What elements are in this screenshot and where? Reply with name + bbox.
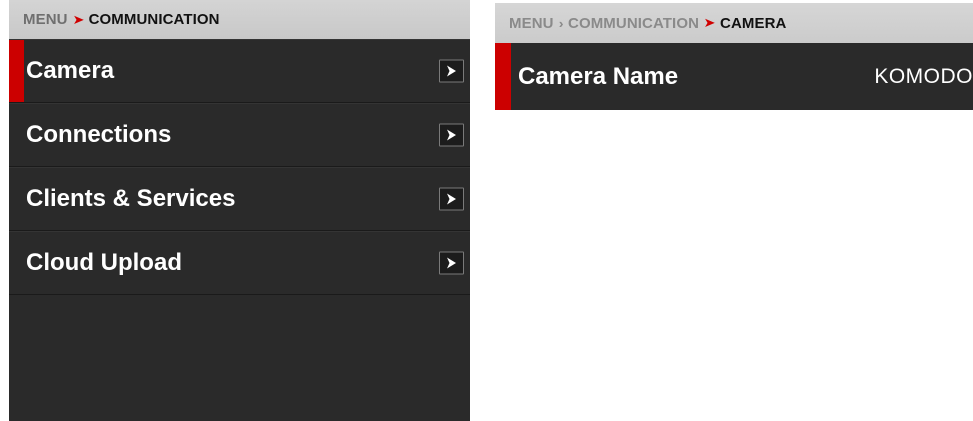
breadcrumb: MENU ➤ COMMUNICATION — [9, 0, 470, 39]
menu-item-connections[interactable]: Connections — [9, 103, 470, 167]
screen: MENU ➤ COMMUNICATION Camera Connections … — [0, 0, 973, 421]
menu-item-label: Connections — [26, 121, 172, 148]
communication-menu-panel: MENU ➤ COMMUNICATION Camera Connections … — [9, 0, 470, 421]
arrow-right-icon[interactable] — [439, 123, 464, 147]
setting-camera-name[interactable]: Camera Name KOMODO — [495, 43, 973, 110]
breadcrumb-menu[interactable]: MENU — [23, 11, 68, 28]
breadcrumb-communication[interactable]: COMMUNICATION — [568, 15, 699, 32]
breadcrumb-current: COMMUNICATION — [88, 11, 220, 28]
arrow-right-icon[interactable] — [439, 251, 464, 275]
arrow-right-icon[interactable] — [439, 187, 464, 211]
chevron-right-icon: › — [558, 15, 564, 31]
menu-item-clients-services[interactable]: Clients & Services — [9, 167, 470, 231]
breadcrumb-current: CAMERA — [720, 14, 787, 32]
menu-item-label: Camera — [26, 57, 115, 84]
chevron-right-icon: ➤ — [703, 15, 716, 30]
setting-label: Camera Name — [518, 62, 679, 90]
menu-item-camera[interactable]: Camera — [9, 39, 470, 103]
menu-item-label: Clients & Services — [26, 185, 236, 212]
menu-item-cloud-upload[interactable]: Cloud Upload — [9, 231, 470, 295]
camera-name-value[interactable]: KOMODO — [874, 65, 973, 89]
menu-item-label: Cloud Upload — [26, 249, 182, 276]
camera-settings-panel: MENU › COMMUNICATION ➤ CAMERA Camera Nam… — [495, 3, 973, 110]
breadcrumb: MENU › COMMUNICATION ➤ CAMERA — [495, 3, 973, 43]
breadcrumb-menu[interactable]: MENU — [509, 15, 554, 32]
arrow-right-icon[interactable] — [439, 59, 464, 83]
chevron-right-icon: ➤ — [72, 11, 85, 27]
